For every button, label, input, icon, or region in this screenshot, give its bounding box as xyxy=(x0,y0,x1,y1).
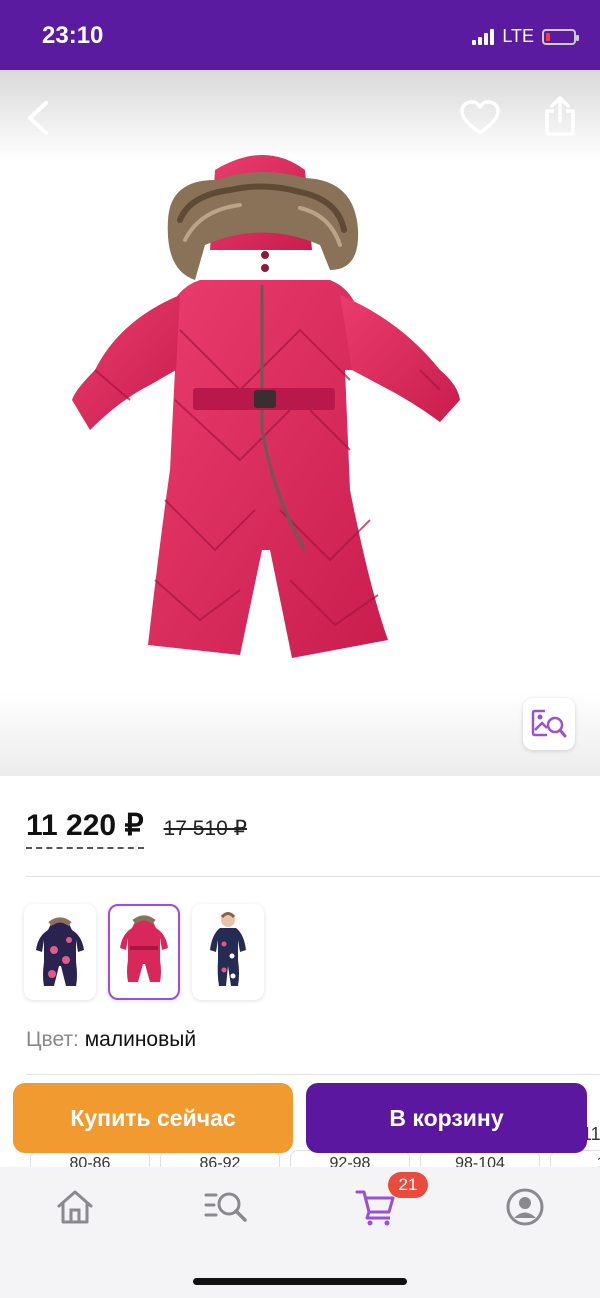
swatch-navy-floral[interactable] xyxy=(24,904,96,1000)
swatch-thumbnail xyxy=(210,912,246,986)
network-label: LTE xyxy=(502,26,534,46)
color-swatches xyxy=(24,904,264,1000)
share-icon xyxy=(545,96,575,136)
share-button[interactable] xyxy=(538,94,582,138)
status-time: 23:10 xyxy=(42,22,104,49)
swatch-navy-print[interactable] xyxy=(192,904,264,1000)
visual-search-button[interactable] xyxy=(523,698,575,750)
swatch-thumbnail xyxy=(120,915,168,982)
tab-catalog[interactable] xyxy=(204,1185,248,1229)
old-price: 17 510 ₽ xyxy=(163,817,247,840)
swatch-raspberry[interactable] xyxy=(108,904,180,1000)
heart-icon xyxy=(460,100,500,135)
status-bar: 23:10 LTE xyxy=(0,0,600,70)
profile-icon xyxy=(506,1188,544,1226)
color-row: Цвет: малиновый xyxy=(26,1028,196,1052)
color-label: Цвет: xyxy=(26,1028,79,1051)
chevron-left-icon xyxy=(28,101,48,135)
product-gallery[interactable] xyxy=(0,70,600,776)
home-indicator[interactable] xyxy=(193,1278,407,1285)
home-icon xyxy=(57,1190,93,1224)
buy-now-button[interactable]: Купить сейчас xyxy=(13,1083,293,1153)
battery-icon xyxy=(542,28,579,45)
product-image xyxy=(72,155,460,658)
divider xyxy=(26,1074,600,1075)
signal-icon xyxy=(472,28,495,45)
cart-badge: 21 xyxy=(388,1172,428,1198)
image-search-icon xyxy=(531,709,567,738)
swatch-thumbnail xyxy=(36,917,84,986)
tab-profile[interactable] xyxy=(503,1185,547,1229)
price-row: 11 220 ₽ 17 510 ₽ xyxy=(26,808,247,849)
back-button[interactable] xyxy=(16,96,60,140)
add-to-cart-button[interactable]: В корзину xyxy=(306,1083,587,1153)
current-price[interactable]: 11 220 ₽ xyxy=(26,808,144,849)
tab-home[interactable] xyxy=(53,1185,97,1229)
status-indicators: LTE xyxy=(472,26,579,47)
catalog-search-icon xyxy=(204,1192,247,1222)
divider xyxy=(26,876,600,877)
favorite-button[interactable] xyxy=(458,96,502,140)
color-value: малиновый xyxy=(84,1028,197,1051)
